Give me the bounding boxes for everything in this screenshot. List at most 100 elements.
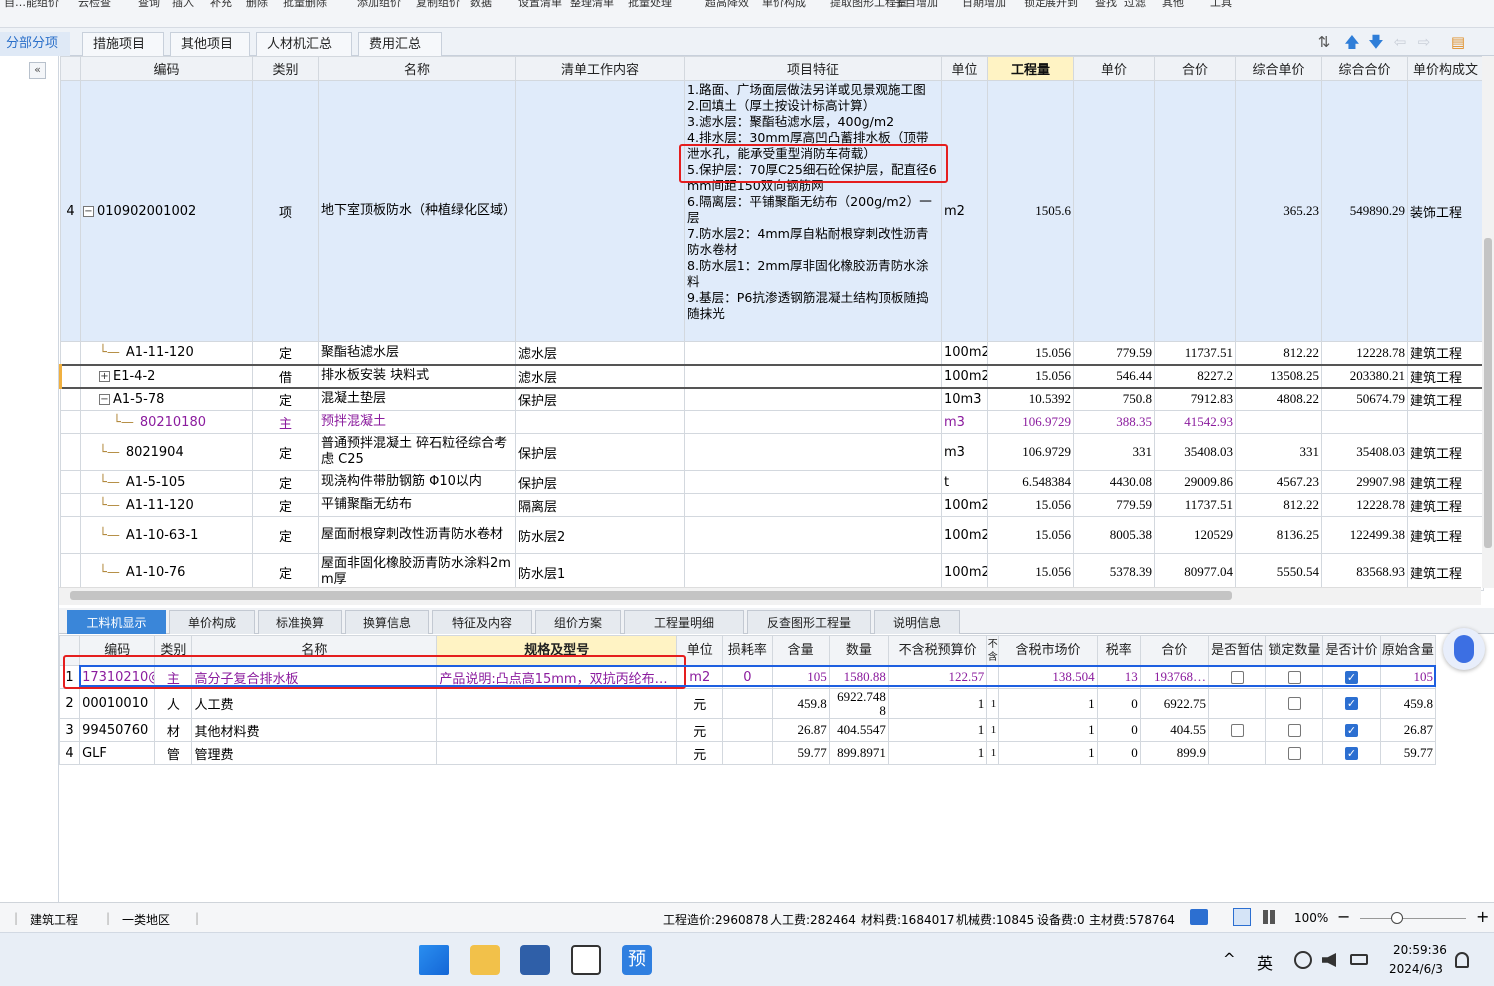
total-cell[interactable]: 899.9 xyxy=(1139,741,1210,765)
comp-cell[interactable]: 建筑工程 xyxy=(1407,341,1484,365)
col-total[interactable]: 合价 xyxy=(1154,56,1236,81)
type-cell[interactable]: 定 xyxy=(252,470,319,494)
tax-cell[interactable]: 0 xyxy=(1096,688,1141,719)
collapse-icon[interactable]: − xyxy=(83,205,94,217)
move-left-icon[interactable]: ⇦ xyxy=(1392,34,1408,50)
zoom-out-icon[interactable]: − xyxy=(1337,907,1350,926)
count-cell[interactable]: 899.8971 xyxy=(828,741,889,765)
calc-cell[interactable]: ✓ xyxy=(1322,741,1381,765)
file-explorer-icon[interactable] xyxy=(470,945,500,975)
total-cell[interactable] xyxy=(1154,80,1236,342)
uprice-cell[interactable]: 8005.38 xyxy=(1073,516,1155,554)
comp-cell[interactable]: 建筑工程 xyxy=(1407,363,1484,389)
table-row[interactable]: └— A1-11-120 定聚酯毡滤水层 滤水层 100m2 15.056 779.59 11… xyxy=(60,341,1484,365)
unit-cell[interactable]: 100m2 xyxy=(941,363,988,389)
orig-cell[interactable]: 59.77 xyxy=(1379,741,1437,765)
code-cell[interactable]: └— A1-5-105 xyxy=(80,470,253,494)
cad-icon[interactable] xyxy=(520,945,550,975)
content-cell[interactable]: 59.77 xyxy=(771,741,830,765)
cuprice-cell[interactable]: 812.22 xyxy=(1235,493,1322,517)
col-qty[interactable]: 工程量 xyxy=(987,56,1074,81)
unit-cell[interactable]: m3 xyxy=(941,433,988,471)
status-region[interactable]: 一类地区 xyxy=(122,911,170,928)
calc-cell[interactable]: ✓ xyxy=(1322,688,1381,719)
move-down-icon[interactable]: 🡇 xyxy=(1368,34,1384,50)
unit-cell[interactable]: t xyxy=(941,470,988,494)
total-cell[interactable]: 8227.2 xyxy=(1154,363,1236,389)
tax-cell[interactable]: 0 xyxy=(1096,741,1141,765)
type-cell[interactable]: 材 xyxy=(154,718,193,742)
tab-rencaiji[interactable]: 人材机汇总 xyxy=(256,32,352,56)
work-cell[interactable]: 防水层1 xyxy=(515,553,685,591)
code-cell[interactable]: └— A1-11-120 xyxy=(80,341,253,365)
type-cell[interactable]: 主 xyxy=(252,410,319,434)
uprice-cell[interactable]: 5378.39 xyxy=(1073,553,1155,591)
comp-cell[interactable]: 建筑工程 xyxy=(1407,516,1484,554)
toolbar-item[interactable]: 其他 xyxy=(1162,0,1184,10)
tab-zujia[interactable]: 组价方案 xyxy=(535,610,621,634)
toolbar-item[interactable]: 数据 xyxy=(470,0,492,10)
calc-checkbox[interactable]: ✓ xyxy=(1345,697,1359,710)
toolbar-item[interactable]: 复制组价 xyxy=(416,0,460,10)
toolbar-item[interactable]: 插入 xyxy=(172,0,194,10)
comp-cell[interactable]: 建筑工程 xyxy=(1407,470,1484,494)
total-cell[interactable]: 41542.93 xyxy=(1154,410,1236,434)
orig-cell[interactable]: 26.87 xyxy=(1379,718,1437,742)
type-cell[interactable]: 定 xyxy=(252,493,319,517)
ctotal-cell[interactable]: 50674.79 xyxy=(1321,387,1408,411)
table-row[interactable]: └— 80210180 主预拌混凝土 m3 106.9729 388.35 41542.93 xyxy=(60,410,1484,434)
name-cell[interactable]: 混凝土垫层 xyxy=(318,387,516,411)
cuprice-cell[interactable]: 8136.25 xyxy=(1235,516,1322,554)
toolbar-item[interactable]: 过滤 xyxy=(1124,0,1146,10)
ctotal-cell[interactable]: 12228.78 xyxy=(1321,493,1408,517)
total-cell[interactable]: 11737.51 xyxy=(1154,493,1236,517)
tab-tezheng[interactable]: 特征及内容 xyxy=(432,610,532,634)
name-cell[interactable]: 地下室顶板防水（种植绿化区域） xyxy=(318,80,516,342)
network-icon[interactable] xyxy=(1294,951,1312,969)
zoom-thumb[interactable] xyxy=(1391,912,1403,924)
lock-checkbox[interactable] xyxy=(1287,746,1301,760)
table-row[interactable]: └— 8021904 定普通预拌混凝土 碎石粒径综合考虑 C25 保护层 m3 106.9… xyxy=(60,433,1484,471)
spec-cell[interactable] xyxy=(436,741,678,765)
ntprice-cell[interactable]: 1 xyxy=(887,741,988,765)
orig-cell[interactable]: 459.8 xyxy=(1379,688,1437,719)
tab-danjia[interactable]: 单价构成 xyxy=(169,610,255,634)
cuprice-cell[interactable]: 13508.25 xyxy=(1235,363,1322,389)
code-cell[interactable]: GLF xyxy=(79,741,156,765)
work-cell[interactable]: 保护层 xyxy=(515,387,685,411)
table-row[interactable]: 3 99450760 材其他材料费元 26.87 404.5547 1 1 1 0 404.55 ✓… xyxy=(58,718,1437,742)
type-cell[interactable]: 人 xyxy=(154,688,193,719)
zangu-checkbox[interactable] xyxy=(1230,723,1244,737)
col-work[interactable]: 清单工作内容 xyxy=(515,56,685,81)
work-cell[interactable] xyxy=(515,80,685,342)
tprice-cell[interactable]: 1 xyxy=(998,741,1098,765)
toolbar-item[interactable]: 批量处理 xyxy=(628,0,672,10)
total-cell[interactable]: 29009.86 xyxy=(1154,470,1236,494)
type-cell[interactable]: 定 xyxy=(252,387,319,411)
col-ntprice[interactable]: 不含税预算价 xyxy=(887,635,988,666)
toolbar-item[interactable]: 删除 xyxy=(246,0,268,10)
cuprice-cell[interactable]: 4567.23 xyxy=(1235,470,1322,494)
cuprice-cell[interactable]: 812.22 xyxy=(1235,341,1322,365)
col-comp[interactable]: 单价构成文 xyxy=(1407,56,1484,81)
toolbar-item[interactable]: 查询 xyxy=(138,0,160,10)
tab-fancha[interactable]: 反查图形工程量 xyxy=(747,610,871,634)
unit-cell[interactable]: 10m3 xyxy=(941,387,988,411)
comp-cell[interactable]: 装饰工程 xyxy=(1407,80,1484,342)
table-row[interactable]: − A1-5-78 定混凝土垫层 保护层 10m3 10.5392 750.8 7912.83… xyxy=(60,387,1484,411)
col-tax[interactable]: 税率 xyxy=(1096,635,1141,666)
total-cell[interactable]: 404.55 xyxy=(1139,718,1210,742)
ntprice-cell[interactable]: 1 xyxy=(887,718,988,742)
type-cell[interactable]: 借 xyxy=(252,363,319,389)
toolbar-item[interactable]: 补充 xyxy=(210,0,232,10)
feature-cell[interactable] xyxy=(684,493,942,517)
code-cell[interactable]: + E1-4-2 xyxy=(80,363,253,389)
code-cell[interactable]: 99450760 xyxy=(79,718,156,742)
code-cell[interactable]: └— A1-11-120 xyxy=(80,493,253,517)
table-row[interactable]: └— A1-10-63-1 定屋面耐根穿刺改性沥青防水卷材 防水层2 100m2 15.0… xyxy=(60,516,1484,554)
work-cell[interactable]: 滤水层 xyxy=(515,341,685,365)
spec-cell[interactable] xyxy=(436,688,678,719)
collapse-icon[interactable]: − xyxy=(99,393,110,405)
toolbar-item[interactable]: 查找 xyxy=(1095,0,1117,10)
work-cell[interactable] xyxy=(515,410,685,434)
